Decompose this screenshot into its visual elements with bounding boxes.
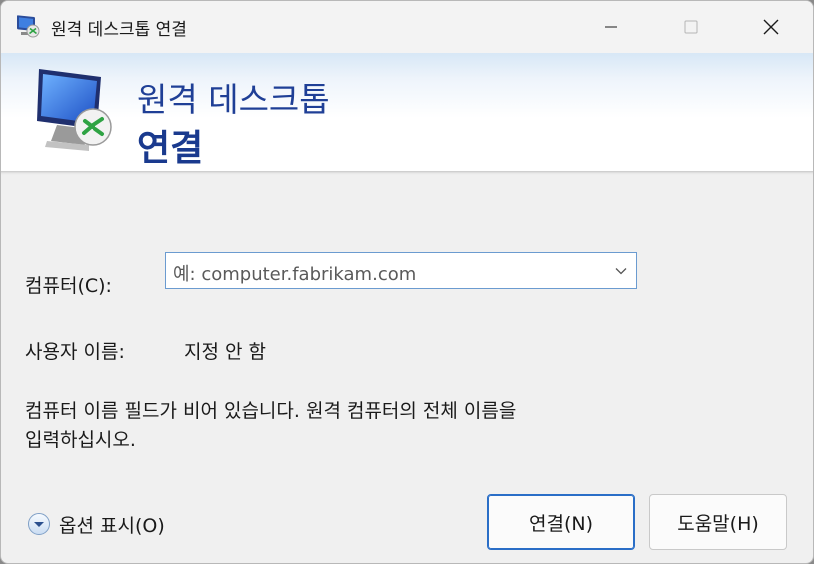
close-icon	[763, 19, 779, 35]
maximize-button[interactable]	[667, 1, 715, 53]
help-button[interactable]: 도움말(H)	[649, 494, 787, 550]
banner-subtitle: 연결	[137, 128, 204, 169]
maximize-icon	[684, 20, 698, 34]
empty-field-message: 컴퓨터 이름 필드가 비어 있습니다. 원격 컴퓨터의 전체 이름을 입력하십시…	[25, 397, 665, 455]
message-line-1: 컴퓨터 이름 필드가 비어 있습니다. 원격 컴퓨터의 전체 이름을	[25, 400, 517, 422]
user-name-value: 지정 안 함	[184, 341, 266, 363]
window-title: 원격 데스크톱 연결	[51, 20, 187, 40]
computer-combobox[interactable]: 예: computer.fabrikam.com	[165, 252, 637, 289]
remote-desktop-icon	[17, 15, 40, 38]
chevron-down-icon[interactable]	[614, 264, 628, 278]
banner-title: 원격 데스크톱	[137, 80, 330, 119]
connect-button[interactable]: 연결(N)	[487, 494, 635, 550]
computer-label: 컴퓨터(C):	[25, 275, 112, 297]
user-name-label: 사용자 이름:	[25, 341, 125, 363]
remote-desktop-monitor-icon	[37, 69, 112, 151]
message-line-2: 입력하십시오.	[25, 429, 136, 451]
show-options-toggle[interactable]: 옵션 표시(O)	[27, 510, 165, 538]
banner-divider	[1, 171, 813, 175]
title-bar[interactable]: 원격 데스크톱 연결	[1, 1, 813, 53]
show-options-label[interactable]: 옵션 표시(O)	[59, 511, 165, 538]
minimize-icon	[605, 26, 617, 28]
expand-chevron-icon[interactable]	[27, 512, 51, 536]
remote-desktop-window: 원격 데스크톱 연결 원격 데스크톱 연결 컴퓨터(C): 예: compute…	[0, 0, 814, 564]
minimize-button[interactable]	[587, 1, 635, 53]
close-button[interactable]	[747, 1, 795, 53]
computer-placeholder: 예: computer.fabrikam.com	[173, 264, 417, 285]
